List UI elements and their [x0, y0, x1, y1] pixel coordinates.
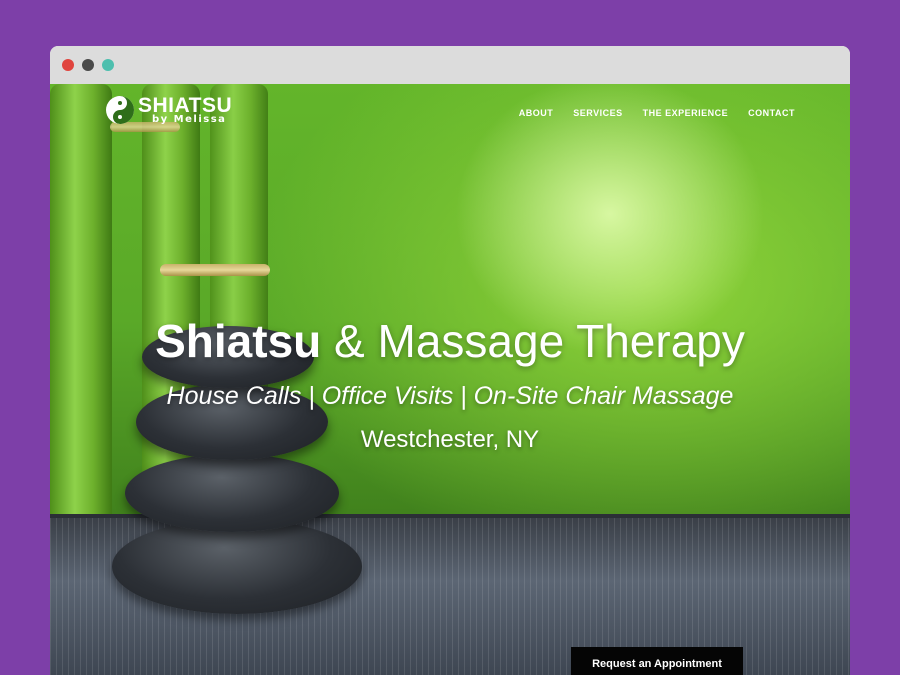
massage-stone: [112, 519, 362, 614]
hero-title: Shiatsu & Massage Therapy: [50, 314, 850, 368]
bamboo-stalk: [50, 84, 112, 534]
browser-titlebar: [50, 46, 850, 84]
logo-subtitle: by Melissa: [152, 114, 227, 125]
bamboo-node: [160, 264, 270, 276]
yin-yang-icon: [106, 96, 134, 124]
browser-window: SHIATSU by Melissa ABOUT SERVICES THE EX…: [50, 46, 850, 675]
nav-link-about[interactable]: ABOUT: [519, 108, 554, 118]
nav-link-contact[interactable]: CONTACT: [748, 108, 795, 118]
massage-stone: [125, 454, 339, 532]
close-window-dot[interactable]: [62, 59, 74, 71]
main-nav: ABOUT SERVICES THE EXPERIENCE CONTACT: [519, 108, 795, 118]
request-appointment-button[interactable]: Request an Appointment: [571, 647, 743, 675]
hero-subtitle: House Calls | Office Visits | On-Site Ch…: [166, 382, 734, 410]
hero-location: Westchester, NY: [360, 426, 540, 453]
maximize-window-dot[interactable]: [102, 59, 114, 71]
nav-link-the-experience[interactable]: THE EXPERIENCE: [643, 108, 729, 118]
hero-title-rest: & Massage Therapy: [321, 315, 745, 367]
page-viewport: SHIATSU by Melissa ABOUT SERVICES THE EX…: [50, 84, 850, 675]
nav-link-services[interactable]: SERVICES: [573, 108, 622, 118]
minimize-window-dot[interactable]: [82, 59, 94, 71]
hero-title-bold: Shiatsu: [155, 315, 322, 367]
